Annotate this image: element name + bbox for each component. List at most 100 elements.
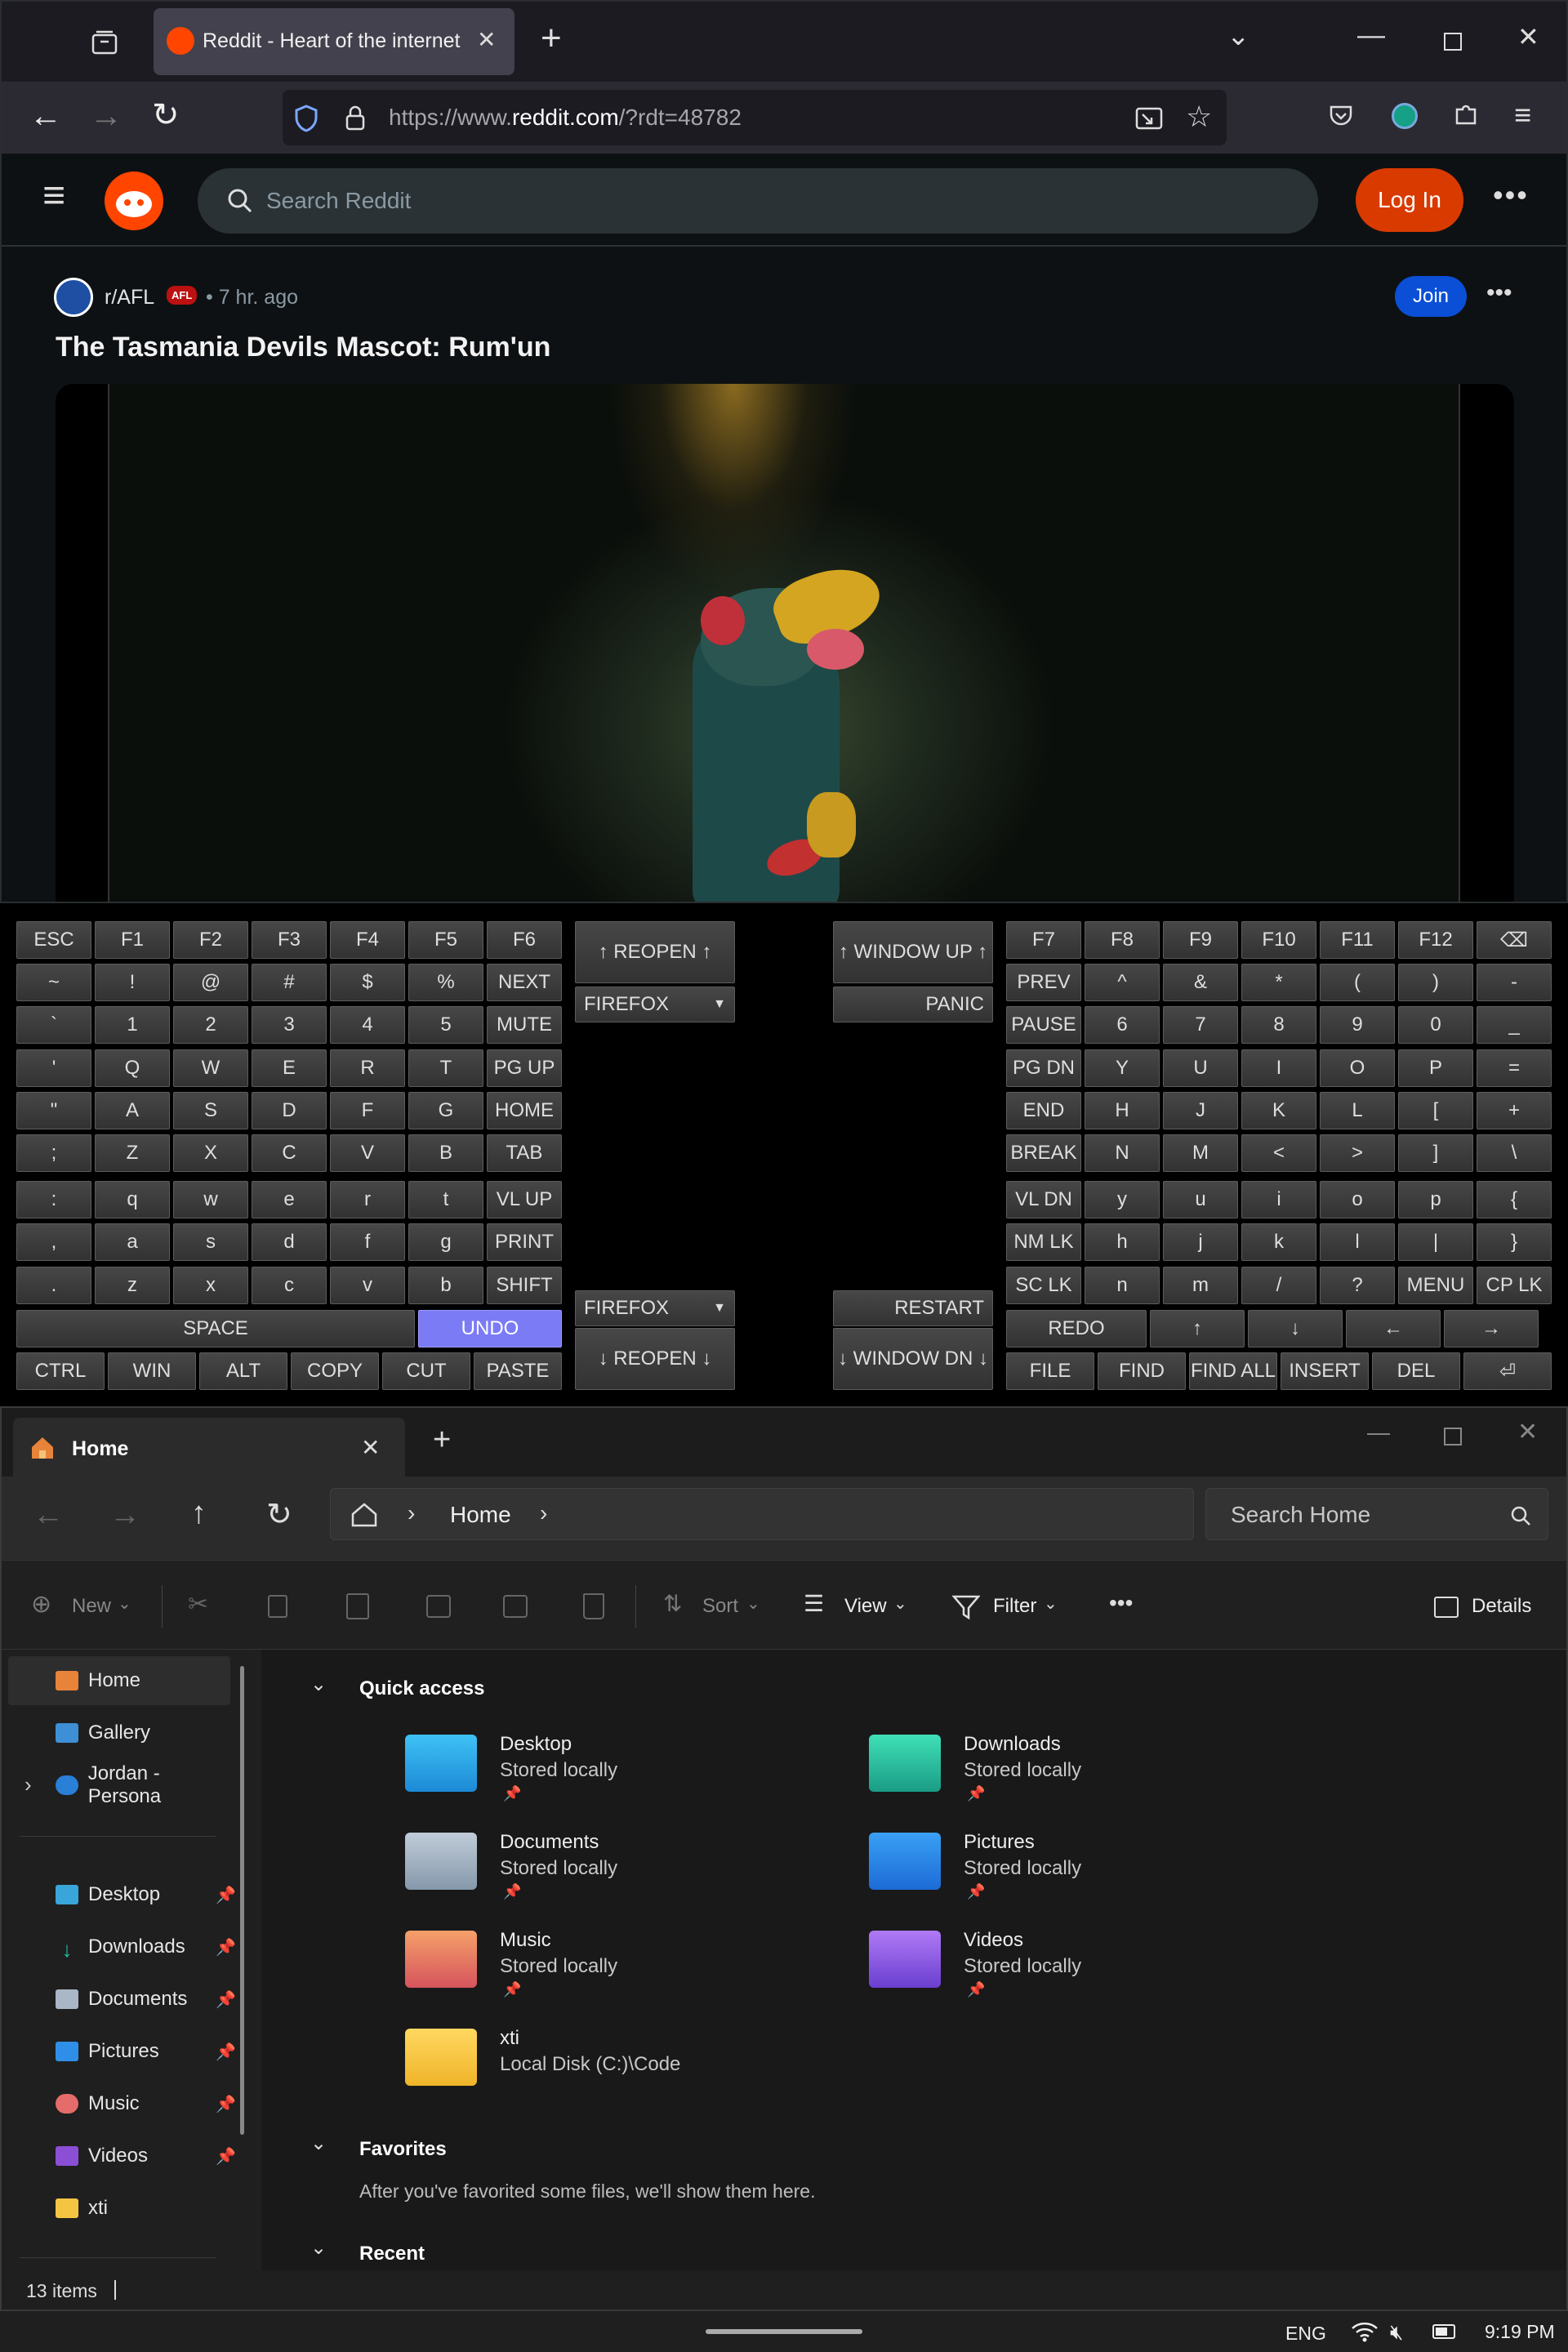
close-window-icon[interactable]: ✕	[1517, 21, 1539, 52]
key-c[interactable]: c	[252, 1267, 327, 1304]
key-paste[interactable]: PASTE	[474, 1352, 562, 1390]
new-button[interactable]: New	[72, 1595, 111, 1618]
key-f11[interactable]: F11	[1320, 921, 1395, 959]
explorer-close-icon[interactable]: ✕	[1517, 1418, 1538, 1446]
close-explorer-tab-icon[interactable]: ✕	[361, 1434, 380, 1461]
key-q[interactable]: q	[95, 1181, 170, 1218]
key-f4[interactable]: F4	[330, 921, 405, 959]
key-f10[interactable]: F10	[1241, 921, 1316, 959]
new-plus-icon[interactable]: ⊕	[31, 1590, 51, 1619]
extension-avatar-icon[interactable]	[1392, 103, 1418, 129]
explorer-forward-icon[interactable]: →	[109, 1498, 140, 1533]
key-h[interactable]: h	[1085, 1223, 1160, 1261]
key-pg-dn[interactable]: PG DN	[1006, 1049, 1081, 1087]
key-window-dn[interactable]: ↓ WINDOW DN ↓	[833, 1328, 993, 1390]
key-m[interactable]: M	[1163, 1134, 1238, 1172]
key-cut[interactable]: CUT	[382, 1352, 470, 1390]
lock-icon[interactable]	[345, 105, 366, 131]
key-undo[interactable]: UNDO	[418, 1310, 562, 1348]
key-f7[interactable]: F7	[1006, 921, 1081, 959]
cut-icon[interactable]: ✂	[188, 1590, 208, 1619]
sidebar-item-videos[interactable]: Videos 📌	[10, 2132, 236, 2180]
key-y[interactable]: y	[1085, 1181, 1160, 1218]
key-pause[interactable]: PAUSE	[1006, 1006, 1081, 1044]
key-home[interactable]: HOME	[487, 1092, 562, 1129]
key-symbol[interactable]: ^	[1085, 964, 1160, 1001]
key-f[interactable]: f	[330, 1223, 405, 1261]
pin-icon[interactable]: 📌	[216, 2094, 236, 2114]
collapse-chevron-icon[interactable]: ⌄	[310, 2132, 327, 2155]
reddit-logo-icon[interactable]	[105, 172, 163, 230]
key-g[interactable]: G	[408, 1092, 483, 1129]
sidebar-item-onedrive[interactable]: › Jordan - Persona	[10, 1761, 230, 1810]
key-8[interactable]: 8	[1241, 1006, 1316, 1044]
key-symbol[interactable]: ]	[1398, 1134, 1473, 1172]
collapse-chevron-icon[interactable]: ⌄	[310, 2236, 327, 2260]
key-symbol[interactable]: _	[1477, 1006, 1552, 1044]
pin-icon[interactable]: 📌	[216, 1937, 236, 1958]
key-w[interactable]: w	[173, 1181, 248, 1218]
key-symbol[interactable]: ⌫	[1477, 921, 1552, 959]
paste-icon[interactable]	[346, 1593, 369, 1619]
key-f2[interactable]: F2	[173, 921, 248, 959]
sidebar-item-music[interactable]: Music 📌	[10, 2079, 236, 2128]
key-f6[interactable]: F6	[487, 921, 562, 959]
explorer-new-tab-button[interactable]: +	[433, 1423, 451, 1458]
key-insert[interactable]: INSERT	[1281, 1352, 1369, 1390]
key-2[interactable]: 2	[173, 1006, 248, 1044]
details-button[interactable]: Details	[1472, 1595, 1531, 1618]
key-n[interactable]: N	[1085, 1134, 1160, 1172]
key-nm-lk[interactable]: NM LK	[1006, 1223, 1081, 1261]
key-symbol[interactable]: `	[16, 1006, 91, 1044]
key-reopen[interactable]: ↑ REOPEN ↑	[575, 921, 735, 983]
post-image[interactable]	[56, 384, 1514, 902]
key-y[interactable]: Y	[1085, 1049, 1160, 1087]
wifi-icon[interactable]	[1351, 2321, 1379, 2342]
quick-access-header[interactable]: Quick access	[359, 1677, 484, 1700]
key-k[interactable]: k	[1241, 1223, 1316, 1261]
minimize-icon[interactable]: —	[1357, 20, 1385, 51]
key-vl-up[interactable]: VL UP	[487, 1181, 562, 1218]
key-l[interactable]: L	[1320, 1092, 1395, 1129]
breadcrumb-home[interactable]: Home	[450, 1502, 511, 1528]
quick-access-downloads[interactable]: Downloads Stored locally 📌	[869, 1731, 1326, 1813]
app-selector-dropdown[interactable]: FIREFOX ▼	[575, 987, 735, 1022]
key-space[interactable]: SPACE	[16, 1310, 415, 1348]
key-f3[interactable]: F3	[252, 921, 327, 959]
key-l[interactable]: l	[1320, 1223, 1395, 1261]
key-z[interactable]: Z	[95, 1134, 170, 1172]
key-ctrl[interactable]: CTRL	[16, 1352, 105, 1390]
key-5[interactable]: 5	[408, 1006, 483, 1044]
key-s[interactable]: S	[173, 1092, 248, 1129]
sidebar-item-pictures[interactable]: Pictures 📌	[10, 2027, 236, 2076]
key-symbol[interactable]: \	[1477, 1134, 1552, 1172]
key-symbol[interactable]: <	[1241, 1134, 1316, 1172]
recent-header[interactable]: Recent	[359, 2243, 425, 2265]
key-symbol[interactable]: #	[252, 964, 327, 1001]
key-w[interactable]: W	[173, 1049, 248, 1087]
key-reopen[interactable]: ↓ REOPEN ↓	[575, 1328, 735, 1390]
up-directory-icon[interactable]: ↑	[191, 1496, 207, 1531]
key-symbol[interactable]: %	[408, 964, 483, 1001]
explorer-back-icon[interactable]: ←	[33, 1498, 64, 1533]
sort-icon[interactable]: ⇅	[663, 1590, 682, 1617]
key-3[interactable]: 3	[252, 1006, 327, 1044]
battery-icon[interactable]	[1432, 2324, 1455, 2339]
key-t[interactable]: t	[408, 1181, 483, 1218]
key-z[interactable]: z	[95, 1267, 170, 1304]
quick-access-xti[interactable]: xti Local Disk (C:)\Code	[405, 2025, 862, 2107]
filter-button[interactable]: Filter	[993, 1595, 1036, 1618]
key-0[interactable]: 0	[1398, 1006, 1473, 1044]
key-symbol[interactable]: [	[1398, 1092, 1473, 1129]
key-i[interactable]: I	[1241, 1049, 1316, 1087]
subreddit-name[interactable]: r/AFL	[105, 286, 154, 310]
quick-access-music[interactable]: Music Stored locally 📌	[405, 1927, 862, 2009]
favorites-header[interactable]: Favorites	[359, 2138, 447, 2161]
reload-icon[interactable]: ↻	[152, 96, 180, 134]
key-p[interactable]: P	[1398, 1049, 1473, 1087]
key-menu[interactable]: MENU	[1398, 1267, 1473, 1304]
quick-access-documents[interactable]: Documents Stored locally 📌	[405, 1829, 862, 1911]
key-symbol[interactable]: ⏎	[1463, 1352, 1552, 1390]
explorer-refresh-icon[interactable]: ↻	[266, 1496, 292, 1533]
pin-icon[interactable]: 📌	[216, 1885, 236, 1905]
